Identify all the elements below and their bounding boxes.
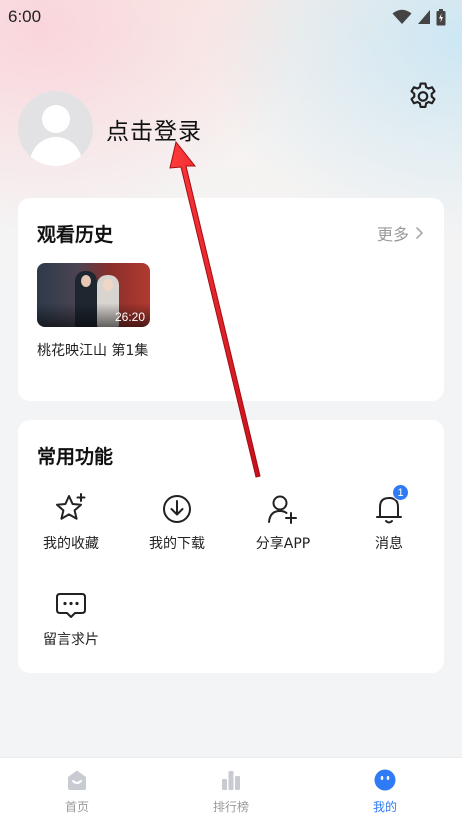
message-badge: 1 [392, 484, 409, 501]
login-link[interactable]: 点击登录 [106, 112, 202, 146]
video-title[interactable]: 桃花映江山 第1集 [37, 340, 153, 362]
watch-history-title: 观看历史 [37, 224, 114, 246]
tab-mine[interactable]: 我的 [308, 758, 462, 823]
avatar-head-shape [42, 105, 70, 133]
profile-header[interactable]: 点击登录 [18, 91, 202, 166]
status-bar: 6:00 [0, 0, 462, 34]
wifi-icon [392, 9, 412, 24]
avatar-body-shape [30, 137, 82, 166]
signal-icon [418, 10, 430, 24]
tab-home[interactable]: 首页 [0, 758, 154, 823]
status-time: 6:00 [8, 7, 42, 26]
tab-ranking[interactable]: 排行榜 [154, 758, 308, 823]
messages-button[interactable]: 1 消息 [344, 484, 434, 553]
downloads-label: 我的下载 [149, 536, 205, 552]
favorites-label: 我的收藏 [43, 536, 99, 552]
share-app-button[interactable]: 分享APP [238, 492, 328, 553]
request-movie-label: 留言求片 [43, 632, 99, 648]
avatar[interactable] [18, 91, 93, 166]
gear-icon [410, 82, 436, 108]
watch-history-card: 观看历史 更多 26:20 桃花映江山 第1集 [18, 198, 444, 401]
messages-label: 消息 [375, 536, 403, 552]
video-duration: 26:20 [114, 310, 145, 324]
tab-mine-label: 我的 [372, 800, 397, 814]
chat-icon [56, 593, 86, 618]
ranking-icon [222, 771, 240, 790]
star-icon [56, 493, 86, 520]
share-app-label: 分享APP [255, 536, 311, 552]
home-icon [68, 770, 86, 790]
add-user-icon [268, 495, 297, 524]
more-label: 更多 [376, 225, 409, 244]
chevron-right-icon [415, 226, 424, 240]
downloads-button[interactable]: 我的下载 [132, 492, 222, 553]
video-thumbnail[interactable]: 26:20 [37, 263, 150, 327]
common-functions-title: 常用功能 [37, 446, 114, 468]
status-icons [392, 8, 446, 26]
face-icon [374, 769, 396, 791]
battery-icon [436, 8, 446, 25]
common-functions-card: 常用功能 我的收藏 我的下载 分享APP 1 消息 留言求片 [18, 420, 444, 673]
favorites-button[interactable]: 我的收藏 [26, 492, 116, 553]
bell-icon-wrap: 1 [372, 484, 409, 526]
settings-button[interactable] [406, 80, 440, 114]
more-link[interactable]: 更多 [377, 221, 424, 245]
thumbnail-face-right [103, 279, 113, 291]
thumbnail-face-left [81, 275, 91, 287]
tab-ranking-label: 排行榜 [212, 800, 249, 814]
bottom-tab-bar: 首页 排行榜 我的 [0, 757, 462, 823]
download-icon [163, 495, 191, 523]
tab-home-label: 首页 [64, 800, 89, 814]
request-movie-button[interactable]: 留言求片 [26, 588, 116, 649]
